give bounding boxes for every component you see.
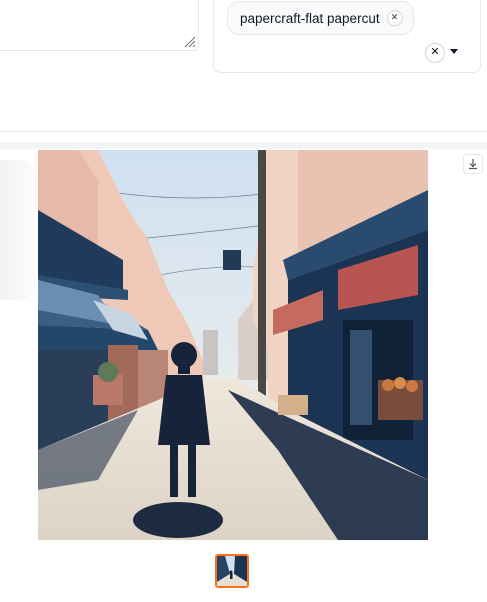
generated-image[interactable] bbox=[38, 150, 428, 540]
street-scene-illustration bbox=[38, 150, 428, 540]
download-button[interactable] bbox=[463, 154, 483, 174]
resize-grip-icon[interactable] bbox=[182, 34, 196, 48]
section-divider bbox=[0, 131, 487, 132]
thumbnail-selected[interactable] bbox=[215, 554, 249, 588]
thumbnail-image bbox=[217, 556, 247, 586]
remove-chip-icon[interactable]: ✕ bbox=[386, 10, 403, 26]
style-selector[interactable]: papercraft-flat papercut ✕ ✕ bbox=[213, 0, 481, 73]
style-chip-label: papercraft-flat papercut bbox=[240, 10, 380, 26]
image-gallery bbox=[0, 142, 487, 602]
previous-image-ghost bbox=[0, 160, 36, 300]
download-icon bbox=[469, 159, 477, 170]
prompt-textarea[interactable] bbox=[0, 0, 199, 51]
style-chip: papercraft-flat papercut ✕ bbox=[227, 1, 414, 35]
dropdown-caret-icon[interactable] bbox=[450, 49, 458, 54]
clear-selection-icon[interactable]: ✕ bbox=[425, 43, 445, 63]
gallery-top-band bbox=[0, 142, 487, 149]
